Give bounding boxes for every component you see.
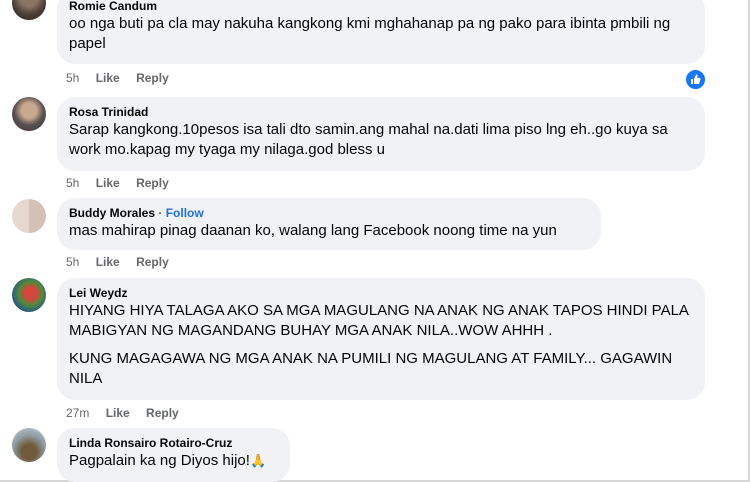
reply-button[interactable]: Reply [136, 71, 169, 85]
comment-text: Sarap kangkong.10pesos isa tali dto sami… [69, 121, 668, 158]
avatar[interactable] [12, 278, 46, 312]
avatar[interactable] [12, 428, 46, 462]
commenter-name[interactable]: Romie Candum [69, 0, 693, 14]
reply-button[interactable]: Reply [146, 406, 179, 420]
comments-panel: Romie Candum oo nga buti pa cla may naku… [0, 0, 750, 482]
timestamp[interactable]: 5h [66, 71, 79, 85]
comment-text: Pagpalain ka ng Diyos hijo! [69, 452, 250, 469]
like-button[interactable]: Like [96, 176, 120, 190]
timestamp[interactable]: 5h [66, 255, 79, 269]
timestamp[interactable]: 27m [66, 406, 89, 420]
comment-bubble: Linda Ronsairo Rotairo-Cruz Pagpalain ka… [57, 428, 290, 482]
like-button[interactable]: Like [96, 71, 120, 85]
follow-button[interactable]: Follow [166, 206, 204, 220]
comment-meta: 27m Like Reply [66, 406, 192, 420]
avatar[interactable] [12, 199, 46, 233]
praying-hands-icon: 🙏 [249, 453, 267, 468]
like-reaction-icon[interactable] [684, 68, 707, 91]
separator-dot: · [158, 206, 163, 220]
comment-text-row: Pagpalain ka ng Diyos hijo!🙏 [69, 451, 278, 471]
comment-bubble: Buddy Morales · Follow mas mahirap pinag… [57, 198, 601, 250]
comment-bubble: Lei Weydz HIYANG HIYA TALAGA AKO SA MGA … [57, 278, 705, 400]
comment-bubble: Romie Candum oo nga buti pa cla may naku… [57, 0, 705, 64]
comment-bubble: Rosa Trinidad Sarap kangkong.10pesos isa… [57, 97, 705, 171]
commenter-name-row: Buddy Morales · Follow [69, 205, 589, 221]
avatar[interactable] [12, 97, 46, 131]
commenter-name[interactable]: Buddy Morales [69, 206, 155, 220]
comment-meta: 5h Like Reply [66, 255, 182, 269]
commenter-name[interactable]: Linda Ronsairo Rotairo-Cruz [69, 435, 278, 451]
timestamp[interactable]: 5h [66, 176, 79, 190]
reply-button[interactable]: Reply [136, 176, 169, 190]
commenter-name[interactable]: Rosa Trinidad [69, 104, 693, 120]
comment-text: oo nga buti pa cla may nakuha kangkong k… [69, 15, 671, 52]
like-button[interactable]: Like [106, 406, 130, 420]
like-button[interactable]: Like [96, 255, 120, 269]
comment-text: mas mahirap pinag daanan ko, walang lang… [69, 222, 557, 239]
comment-meta: 5h Like Reply [66, 176, 182, 190]
comment-meta: 5h Like Reply [66, 71, 182, 85]
comment-paragraph: KUNG MAGAGAWA NG MGA ANAK NA PUMILI NG M… [69, 350, 673, 387]
reply-button[interactable]: Reply [136, 255, 169, 269]
avatar[interactable] [12, 0, 46, 20]
comment-paragraph: HIYANG HIYA TALAGA AKO SA MGA MAGULANG N… [69, 302, 689, 339]
commenter-name[interactable]: Lei Weydz [69, 285, 693, 301]
